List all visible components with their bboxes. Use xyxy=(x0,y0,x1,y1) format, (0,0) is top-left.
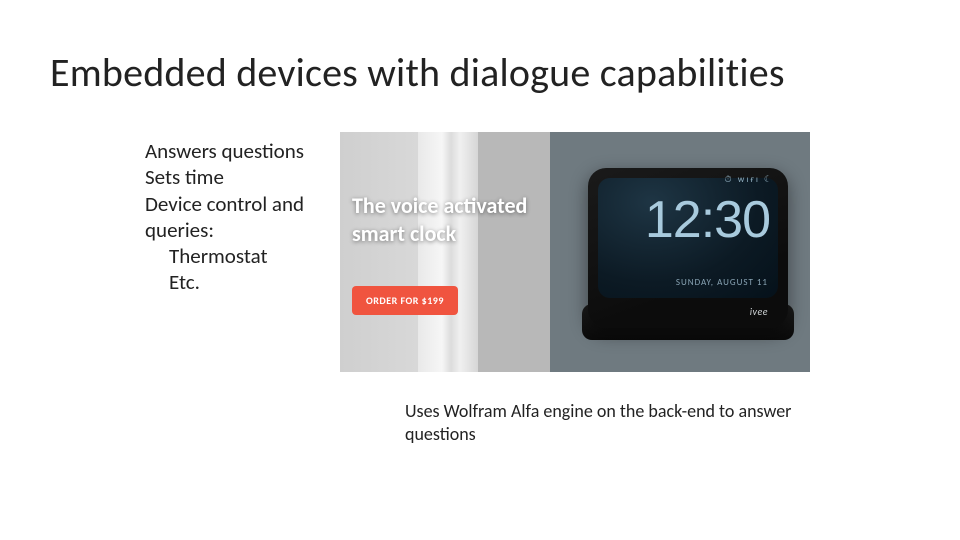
promo-curtain xyxy=(418,132,478,372)
slide-title: Embedded devices with dialogue capabilit… xyxy=(50,48,785,97)
bullet-item: Answers questions xyxy=(145,138,304,164)
bullet-item: Device control and xyxy=(145,191,304,217)
slide: Embedded devices with dialogue capabilit… xyxy=(0,0,960,540)
bullet-item: queries: xyxy=(145,217,304,243)
order-button[interactable]: ORDER FOR $199 xyxy=(352,286,458,315)
device-status-icons: ⏱ ᴡɪғɪ ☾ xyxy=(725,174,774,185)
bullet-item: Sets time xyxy=(145,164,304,190)
device-time: 12:30 xyxy=(645,190,770,250)
bullet-list: Answers questions Sets time Device contr… xyxy=(145,138,304,296)
smart-clock-device: ⏱ ᴡɪғɪ ☾ 12:30 SUNDAY, AUGUST 11 ivee xyxy=(588,168,788,328)
device-date: SUNDAY, AUGUST 11 xyxy=(676,277,768,288)
device-brand: ivee xyxy=(750,305,768,318)
product-image: ⏱ ᴡɪғɪ ☾ 12:30 SUNDAY, AUGUST 11 ivee Th… xyxy=(340,132,810,372)
caption-text: Uses Wolfram Alfa engine on the back-end… xyxy=(405,400,805,445)
bullet-item: Etc. xyxy=(145,269,304,295)
promo-headline: The voice activated smart clock xyxy=(352,192,572,247)
bullet-item: Thermostat xyxy=(145,243,304,269)
